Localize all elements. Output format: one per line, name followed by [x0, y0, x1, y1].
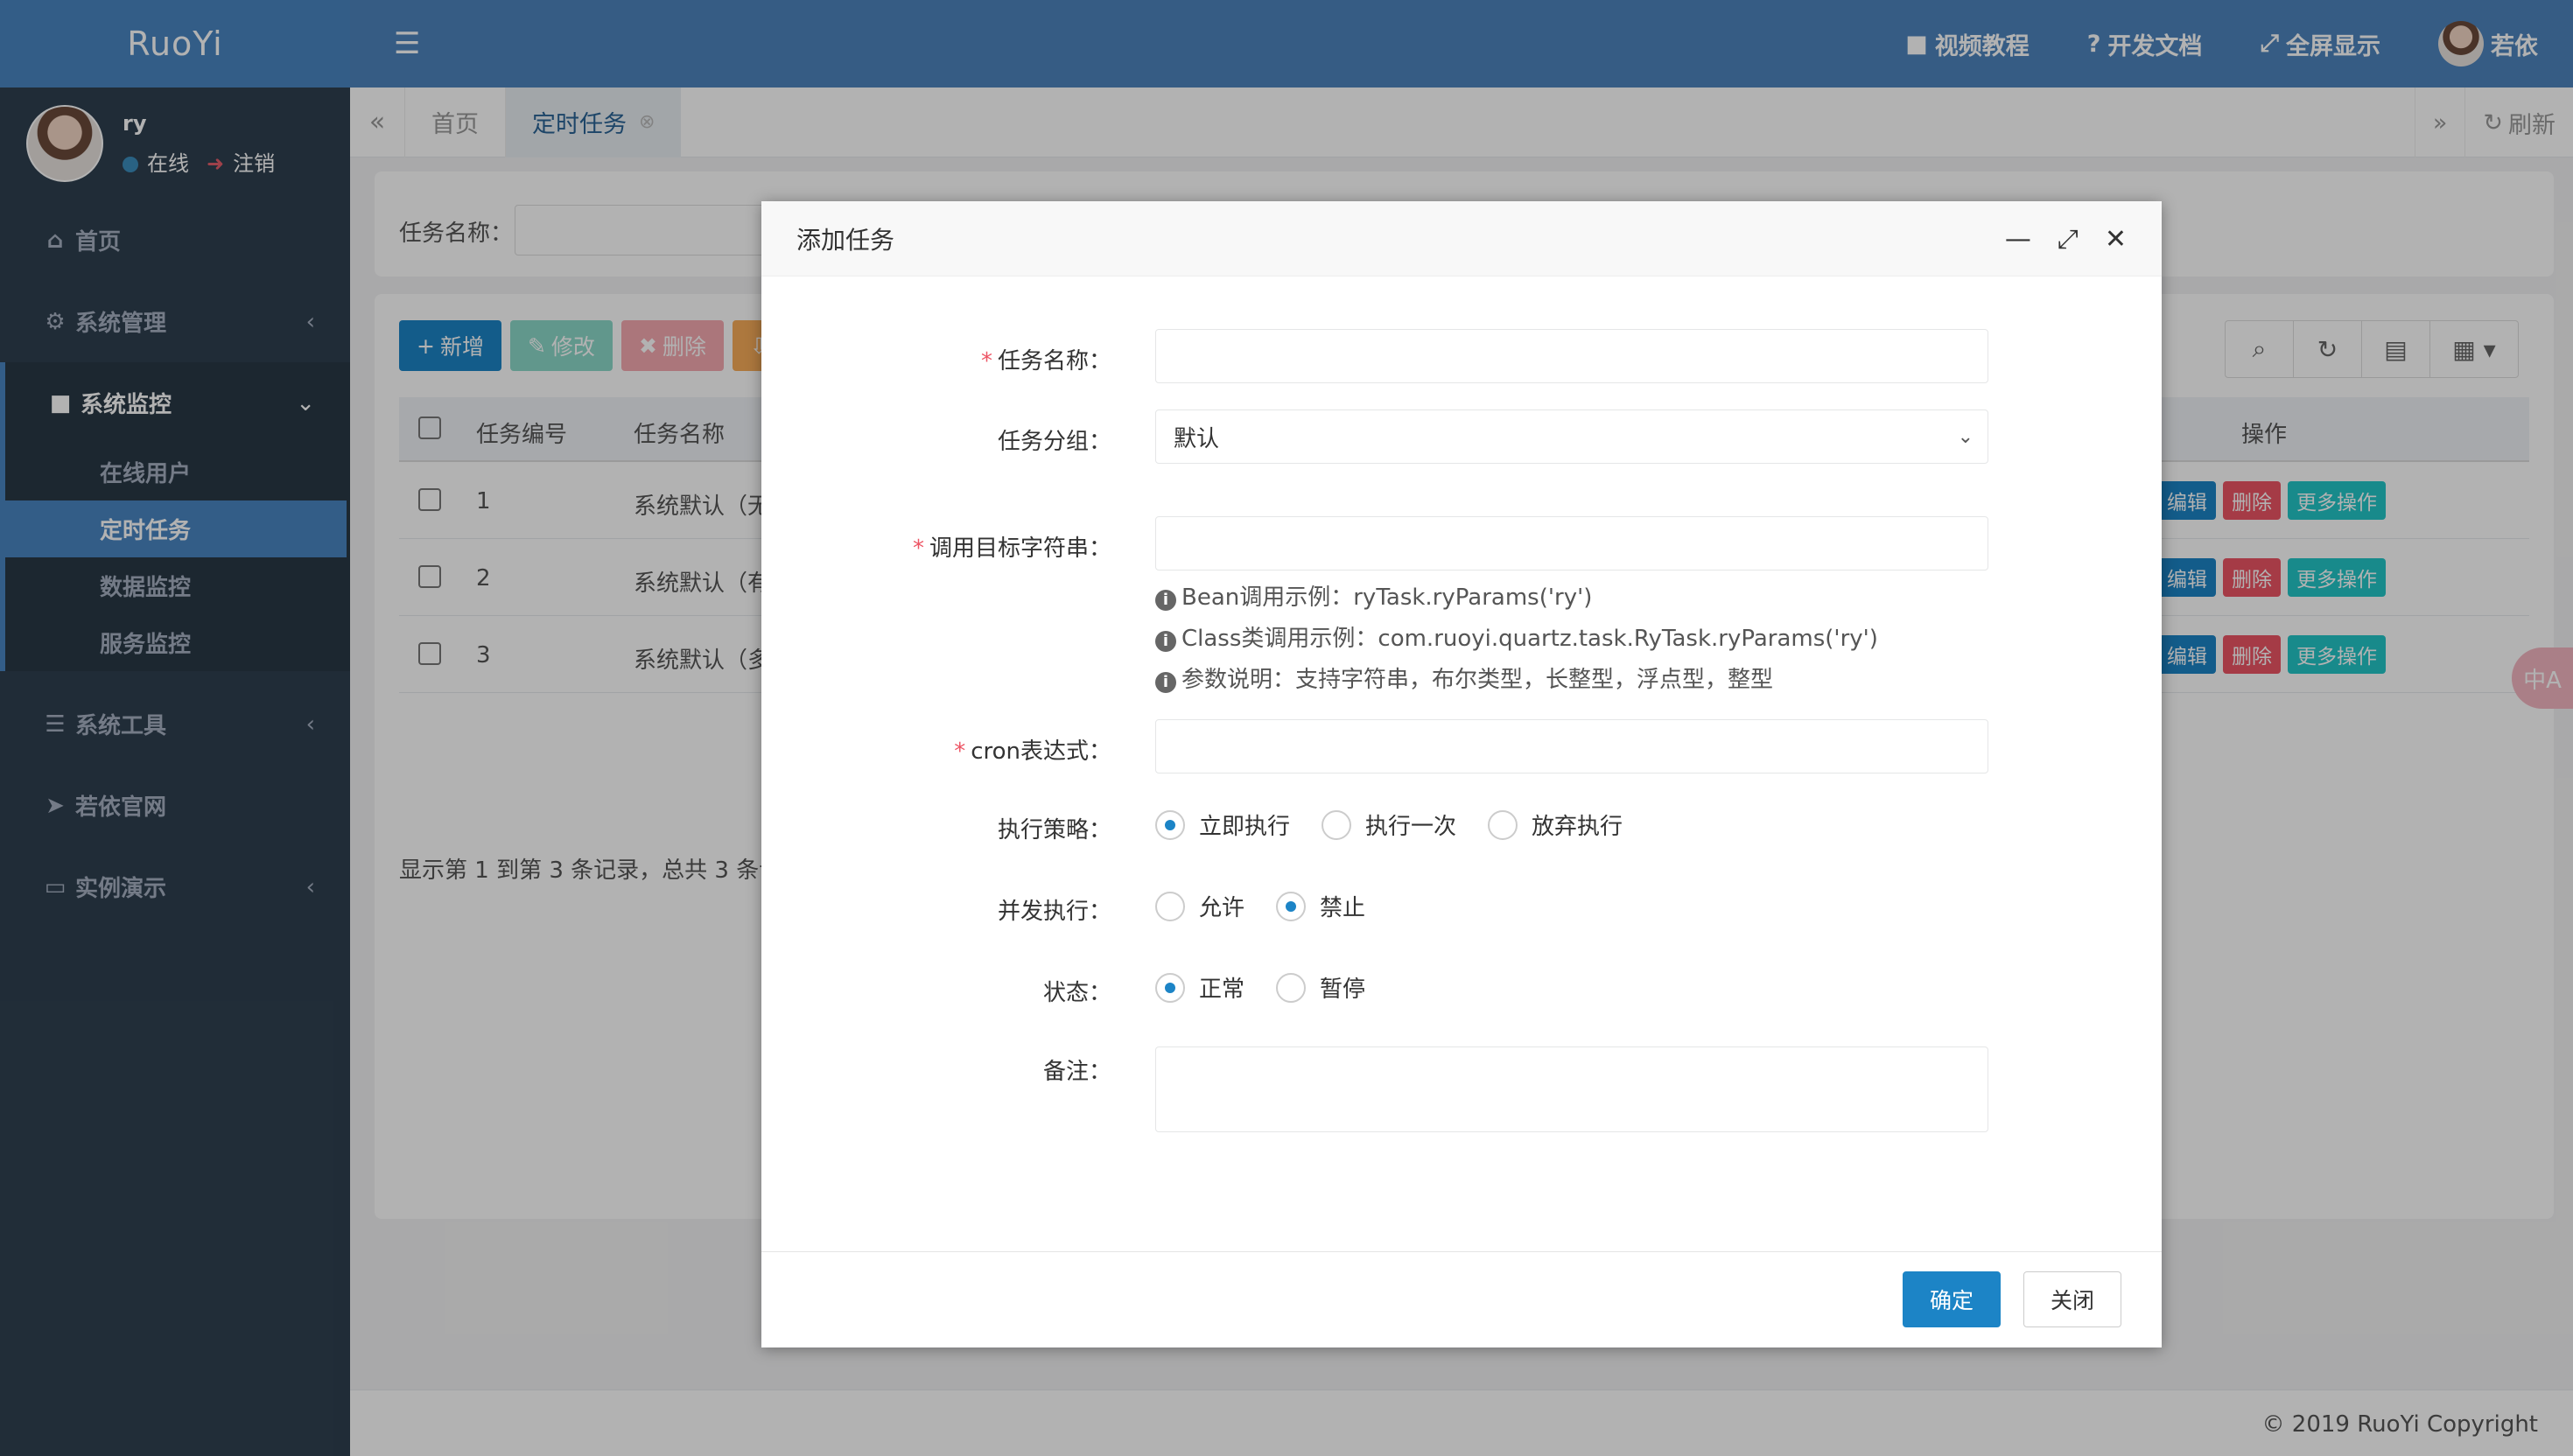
- required-mark: *: [980, 348, 992, 374]
- confirm-button[interactable]: 确定: [1903, 1271, 2001, 1327]
- invoke-target-input[interactable]: [1155, 516, 1988, 570]
- job-name-label: * 任务名称：: [980, 348, 1111, 374]
- status-radio-group: 正常 暂停: [1155, 971, 1365, 1004]
- misfire-option-immediate[interactable]: 立即执行: [1155, 808, 1290, 841]
- job-name-input[interactable]: [1155, 329, 1988, 383]
- info-icon: i: [1155, 590, 1176, 611]
- minimize-icon[interactable]: —: [2005, 224, 2031, 255]
- status-option-normal[interactable]: 正常: [1155, 971, 1244, 1004]
- close-icon[interactable]: ✕: [2105, 224, 2127, 255]
- status-option-paused[interactable]: 暂停: [1276, 971, 1365, 1004]
- misfire-label: 执行策略：: [997, 817, 1111, 844]
- concurrent-option-allow[interactable]: 允许: [1155, 890, 1244, 922]
- radio-checked[interactable]: [1155, 972, 1185, 1003]
- radio-unchecked[interactable]: [1276, 972, 1307, 1003]
- chevron-down-icon: ⌄: [1957, 425, 1974, 448]
- dialog-body: * 任务名称： 任务分组： 默认 ⌄ * 调用目标字符串： i Bean调用示例：ryT…: [761, 276, 2162, 1251]
- radio-unchecked[interactable]: [1155, 891, 1185, 921]
- dialog-title: 添加任务: [796, 225, 895, 255]
- info-icon: i: [1155, 672, 1176, 693]
- misfire-radio-group: 立即执行 执行一次 放弃执行: [1155, 808, 1623, 841]
- hint-params: i 参数说明：支持字符串，布尔类型，长整型，浮点型，整型: [1155, 662, 1773, 694]
- info-icon: i: [1155, 631, 1176, 652]
- maximize-icon[interactable]: ⤢: [2058, 224, 2079, 255]
- cron-label: * cron表达式：: [954, 738, 1111, 765]
- concurrent-radio-group: 允许 禁止: [1155, 890, 1365, 922]
- required-mark: *: [954, 738, 966, 765]
- remark-label: 备注：: [1042, 1059, 1111, 1085]
- cron-input[interactable]: [1155, 719, 1988, 774]
- remark-textarea[interactable]: [1155, 1046, 1988, 1132]
- radio-unchecked[interactable]: [1488, 809, 1518, 840]
- dialog-footer: 确定 关闭: [761, 1251, 2162, 1348]
- radio-checked[interactable]: [1155, 809, 1185, 840]
- concurrent-label: 并发执行：: [997, 899, 1111, 925]
- job-group-label: 任务分组：: [997, 429, 1111, 455]
- radio-checked[interactable]: [1276, 891, 1307, 921]
- misfire-option-once[interactable]: 执行一次: [1322, 808, 1456, 841]
- misfire-option-abandon[interactable]: 放弃执行: [1488, 808, 1623, 841]
- hint-class: i Class类调用示例：com.ruoyi.quartz.task.RyTask…: [1155, 620, 1878, 653]
- add-task-dialog: 添加任务 — ⤢ ✕ * 任务名称： 任务分组： 默认 ⌄ * 调用目标字符串： iB…: [761, 201, 2162, 1348]
- radio-unchecked[interactable]: [1322, 809, 1352, 840]
- hint-bean: i Bean调用示例：ryTask.ryParams('ry'): [1155, 579, 1592, 612]
- required-mark: *: [912, 536, 924, 562]
- dialog-header: 添加任务 — ⤢ ✕: [761, 201, 2162, 276]
- invoke-target-label: * 调用目标字符串：: [912, 536, 1111, 562]
- close-button[interactable]: 关闭: [2023, 1271, 2121, 1327]
- job-group-select[interactable]: 默认 ⌄: [1155, 410, 1988, 464]
- concurrent-option-forbid[interactable]: 禁止: [1276, 890, 1365, 922]
- status-label: 状态：: [1042, 980, 1111, 1006]
